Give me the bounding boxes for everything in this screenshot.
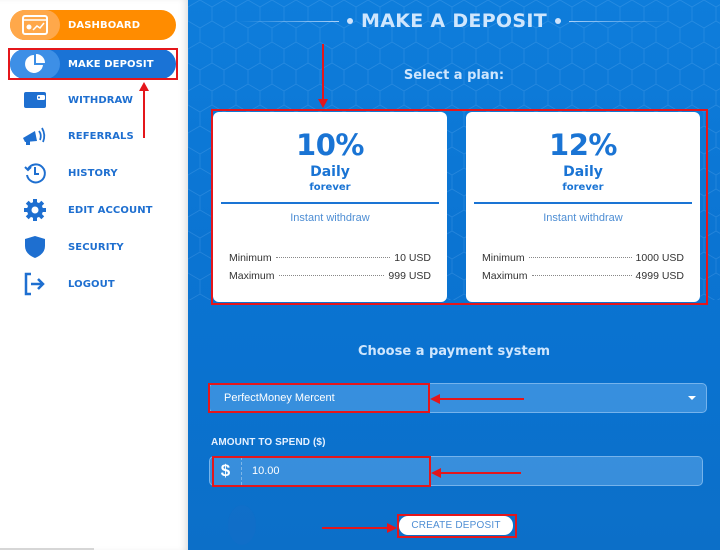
history-clock-icon: [10, 158, 60, 188]
dollar-icon: $: [210, 457, 242, 485]
plan-divider: [221, 202, 439, 204]
plan-card[interactable]: 10% Daily forever Instant withdraw Minim…: [213, 112, 447, 302]
sidebar-item-history[interactable]: HISTORY: [10, 158, 176, 188]
plan-period: Daily: [563, 164, 603, 180]
amount-label: AMOUNT TO SPEND ($): [211, 437, 326, 448]
pie-chart-icon: [10, 49, 60, 79]
title-dot-right: [555, 18, 561, 24]
megaphone-icon: [10, 121, 60, 151]
dotted-leader: [275, 257, 391, 258]
limit-value: 999 USD: [388, 270, 431, 282]
plan-maximum-row: Maximum 4999 USD: [482, 270, 684, 288]
sidebar-item-referrals[interactable]: REFERRALS: [10, 121, 176, 151]
sidebar-item-security[interactable]: SECURITY: [10, 232, 176, 262]
page-title: MAKE A DEPOSIT: [361, 10, 547, 32]
limit-label: Minimum: [482, 252, 525, 264]
sidebar-item-label: SECURITY: [68, 241, 124, 253]
title-divider-right: [569, 20, 669, 22]
limit-value: 4999 USD: [635, 270, 684, 282]
payment-system-heading: Choose a payment system: [357, 344, 551, 359]
sidebar-item-withdraw[interactable]: WITHDRAW: [10, 85, 176, 115]
wallet-icon: [10, 85, 60, 115]
title-dot-left: [347, 18, 353, 24]
limit-value: 1000 USD: [635, 252, 684, 264]
page-title-row: MAKE A DEPOSIT: [188, 8, 720, 34]
annotation-arrowhead: [387, 523, 397, 533]
sidebar-item-label: WITHDRAW: [68, 94, 134, 106]
plan-duration: forever: [309, 182, 351, 193]
gear-icon: [10, 195, 60, 225]
sidebar-item-logout[interactable]: LOGOUT: [10, 269, 176, 299]
sidebar-item-label: EDIT ACCOUNT: [68, 204, 153, 216]
dotted-leader: [528, 257, 632, 258]
dashboard-chart-icon: [10, 10, 60, 40]
title-divider-left: [239, 20, 339, 22]
plan-percent: 10%: [296, 128, 364, 162]
limit-label: Maximum: [482, 270, 528, 282]
plan-maximum-row: Maximum 999 USD: [229, 270, 431, 288]
plan-feature: Instant withdraw: [290, 212, 370, 224]
sidebar: DASHBOARD MAKE DEPOSIT WITHDRAW REFERRAL…: [0, 0, 188, 550]
sidebar-item-label: HISTORY: [68, 167, 118, 179]
plan-period: Daily: [310, 164, 350, 180]
plan-limits: Minimum 1000 USD Maximum 4999 USD: [482, 252, 684, 288]
limit-label: Minimum: [229, 252, 272, 264]
shield-icon: [10, 232, 60, 262]
sidebar-item-label: MAKE DEPOSIT: [68, 58, 154, 70]
payment-system-select[interactable]: PerfectMoney Mercent: [209, 383, 707, 413]
annotation-arrowhead: [318, 99, 328, 108]
select-plan-heading: Select a plan:: [403, 68, 505, 83]
amount-field[interactable]: $: [209, 456, 703, 486]
limit-value: 10 USD: [394, 252, 431, 264]
main-content: MAKE A DEPOSIT Select a plan: 10% Daily …: [188, 0, 720, 550]
sidebar-item-label: REFERRALS: [68, 130, 134, 142]
dotted-leader: [278, 275, 385, 276]
plan-duration: forever: [562, 182, 604, 193]
plan-minimum-row: Minimum 10 USD: [229, 252, 431, 270]
annotation-arrowhead: [139, 82, 149, 91]
payment-system-selected: PerfectMoney Mercent: [224, 392, 335, 404]
caret-down-icon: [688, 396, 696, 400]
plan-percent: 12%: [549, 128, 617, 162]
background-decoration: [228, 505, 256, 545]
sidebar-item-label: LOGOUT: [68, 278, 115, 290]
plan-divider: [474, 202, 692, 204]
limit-label: Maximum: [229, 270, 275, 282]
amount-input[interactable]: [242, 465, 702, 477]
sidebar-item-edit-account[interactable]: EDIT ACCOUNT: [10, 195, 176, 225]
create-deposit-button[interactable]: CREATE DEPOSIT: [399, 516, 513, 535]
plan-feature: Instant withdraw: [543, 212, 623, 224]
annotation-arrowhead: [431, 468, 441, 478]
sidebar-item-make-deposit[interactable]: MAKE DEPOSIT: [10, 49, 176, 79]
plan-minimum-row: Minimum 1000 USD: [482, 252, 684, 270]
sidebar-item-dashboard[interactable]: DASHBOARD: [10, 10, 176, 40]
dotted-leader: [531, 275, 632, 276]
logout-icon: [10, 269, 60, 299]
plan-card[interactable]: 12% Daily forever Instant withdraw Minim…: [466, 112, 700, 302]
annotation-arrowhead: [430, 394, 440, 404]
plan-limits: Minimum 10 USD Maximum 999 USD: [229, 252, 431, 288]
sidebar-item-label: DASHBOARD: [68, 19, 141, 31]
